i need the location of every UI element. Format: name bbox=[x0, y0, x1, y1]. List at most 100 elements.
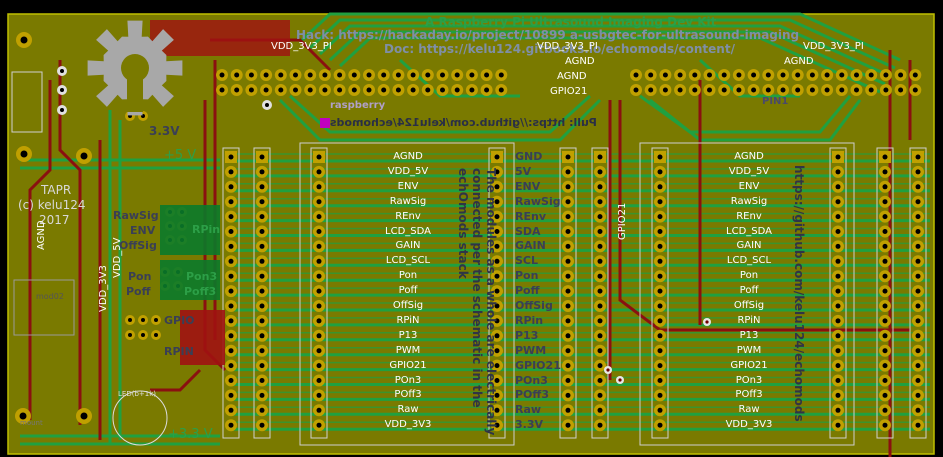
header-drill bbox=[316, 348, 322, 354]
label-gpio: GPIO bbox=[164, 314, 195, 327]
pi-header-drill bbox=[765, 72, 771, 78]
pi-header-drill bbox=[868, 87, 874, 93]
header-drill bbox=[657, 318, 663, 324]
header-pin-label: P13 bbox=[739, 329, 759, 341]
header-pin-label: RawSig bbox=[730, 195, 768, 207]
header-drill bbox=[565, 214, 571, 220]
pi-header-drill bbox=[219, 87, 225, 93]
header-drill bbox=[657, 258, 663, 264]
pi-header-drill bbox=[692, 87, 698, 93]
header-drill bbox=[228, 303, 234, 309]
pi-header-drill bbox=[498, 87, 504, 93]
header-drill bbox=[597, 363, 603, 369]
header-drill bbox=[565, 199, 571, 205]
header-drill bbox=[915, 407, 921, 413]
via-drill bbox=[60, 108, 64, 112]
pi-header-drill bbox=[469, 87, 475, 93]
header-drill bbox=[316, 199, 322, 205]
pi-header-drill bbox=[839, 72, 845, 78]
header-pin-label: LCD_SCL bbox=[726, 255, 772, 267]
pi-header-drill bbox=[263, 87, 269, 93]
label-env: ENV bbox=[130, 224, 156, 237]
header-drill bbox=[565, 184, 571, 190]
header-drill bbox=[565, 318, 571, 324]
label-vdd3v3-vert: VDD_3V3 bbox=[98, 265, 109, 312]
header-drill bbox=[915, 258, 921, 264]
header-drill bbox=[835, 229, 841, 234]
header-drill bbox=[259, 154, 265, 160]
header-drill bbox=[316, 303, 322, 309]
header-drill bbox=[228, 243, 234, 249]
header-drill bbox=[228, 169, 234, 175]
mount-drill bbox=[80, 152, 88, 160]
pcb-layout-view[interactable]: A Raspberry Pi Ultrasound Imaging Dev Ki… bbox=[0, 0, 943, 457]
header-drill bbox=[228, 184, 234, 190]
header-drill bbox=[915, 184, 921, 190]
header-pin-label: GAIN bbox=[395, 240, 421, 252]
label-vdd-pi-mid: VDD_3V3_PI bbox=[537, 41, 598, 52]
header-drill bbox=[882, 378, 888, 383]
header-pin-label: RPiN bbox=[737, 314, 761, 326]
pi-header-drill bbox=[707, 87, 712, 93]
header-pin-label: POn3 bbox=[735, 374, 763, 386]
pi-header-drill bbox=[454, 87, 460, 93]
header-drill bbox=[915, 348, 921, 354]
header-drill bbox=[565, 288, 571, 294]
header-pin-label: LCD_SDA bbox=[726, 225, 772, 237]
pi-header-drill bbox=[351, 72, 357, 78]
header-drill bbox=[259, 348, 265, 354]
header-drill bbox=[259, 169, 265, 175]
label-led-ref: LED(b+1k) bbox=[118, 390, 156, 398]
label-agnd-right: AGND bbox=[784, 56, 814, 67]
header-drill bbox=[228, 258, 234, 264]
mount-drill bbox=[20, 150, 28, 158]
label-copyright: (c) kelu124 bbox=[18, 198, 86, 212]
header-drill bbox=[228, 318, 234, 324]
header-drill bbox=[915, 378, 921, 383]
header-drill bbox=[915, 318, 921, 324]
header-pin-label: VDD_3V3 bbox=[725, 419, 773, 431]
label-rpin-small: RPIN bbox=[164, 345, 194, 358]
header-drill bbox=[316, 243, 322, 249]
header-drill bbox=[597, 303, 603, 309]
label-raspberry: raspberry bbox=[330, 100, 386, 111]
header-drill bbox=[259, 214, 265, 220]
header-pin-label: POff3 bbox=[735, 389, 763, 401]
pi-header-drill bbox=[454, 72, 460, 78]
header-drill bbox=[316, 273, 322, 279]
pi-header-drill bbox=[824, 87, 830, 93]
header-drill bbox=[597, 378, 603, 383]
pi-header-drill bbox=[662, 72, 668, 78]
pi-header-drill bbox=[692, 72, 698, 78]
header-drill bbox=[657, 392, 663, 398]
pi-header-drill bbox=[484, 72, 490, 78]
header-drill bbox=[316, 169, 322, 175]
pi-header-drill bbox=[366, 72, 372, 78]
header-drill bbox=[657, 214, 663, 220]
header-drill bbox=[259, 199, 265, 205]
pi-header-drill bbox=[751, 87, 757, 93]
header-drill bbox=[494, 154, 500, 160]
header-drill bbox=[228, 392, 234, 398]
header-drill bbox=[565, 333, 571, 339]
via-drill bbox=[705, 320, 709, 324]
pi-header-drill bbox=[854, 72, 859, 78]
pi-header-drill bbox=[410, 87, 416, 93]
header-drill bbox=[835, 154, 841, 160]
header-drill bbox=[882, 214, 888, 220]
header-drill bbox=[316, 154, 322, 160]
header-drill bbox=[882, 243, 888, 249]
header-drill bbox=[915, 214, 921, 220]
header-pin-label: OffSig bbox=[392, 300, 424, 311]
header-drill bbox=[657, 303, 663, 309]
header-drill bbox=[316, 229, 322, 234]
header-drill bbox=[597, 333, 603, 339]
pi-header-drill bbox=[795, 87, 801, 93]
pi-header-drill bbox=[469, 72, 475, 78]
header-drill bbox=[835, 169, 841, 175]
header-drill bbox=[565, 422, 571, 428]
pi-header-drill bbox=[809, 72, 815, 78]
header-pin-label: REnv bbox=[395, 210, 421, 222]
header-pin-label: GAIN bbox=[736, 240, 762, 252]
header-pin-label: VDD_5V bbox=[728, 165, 770, 177]
